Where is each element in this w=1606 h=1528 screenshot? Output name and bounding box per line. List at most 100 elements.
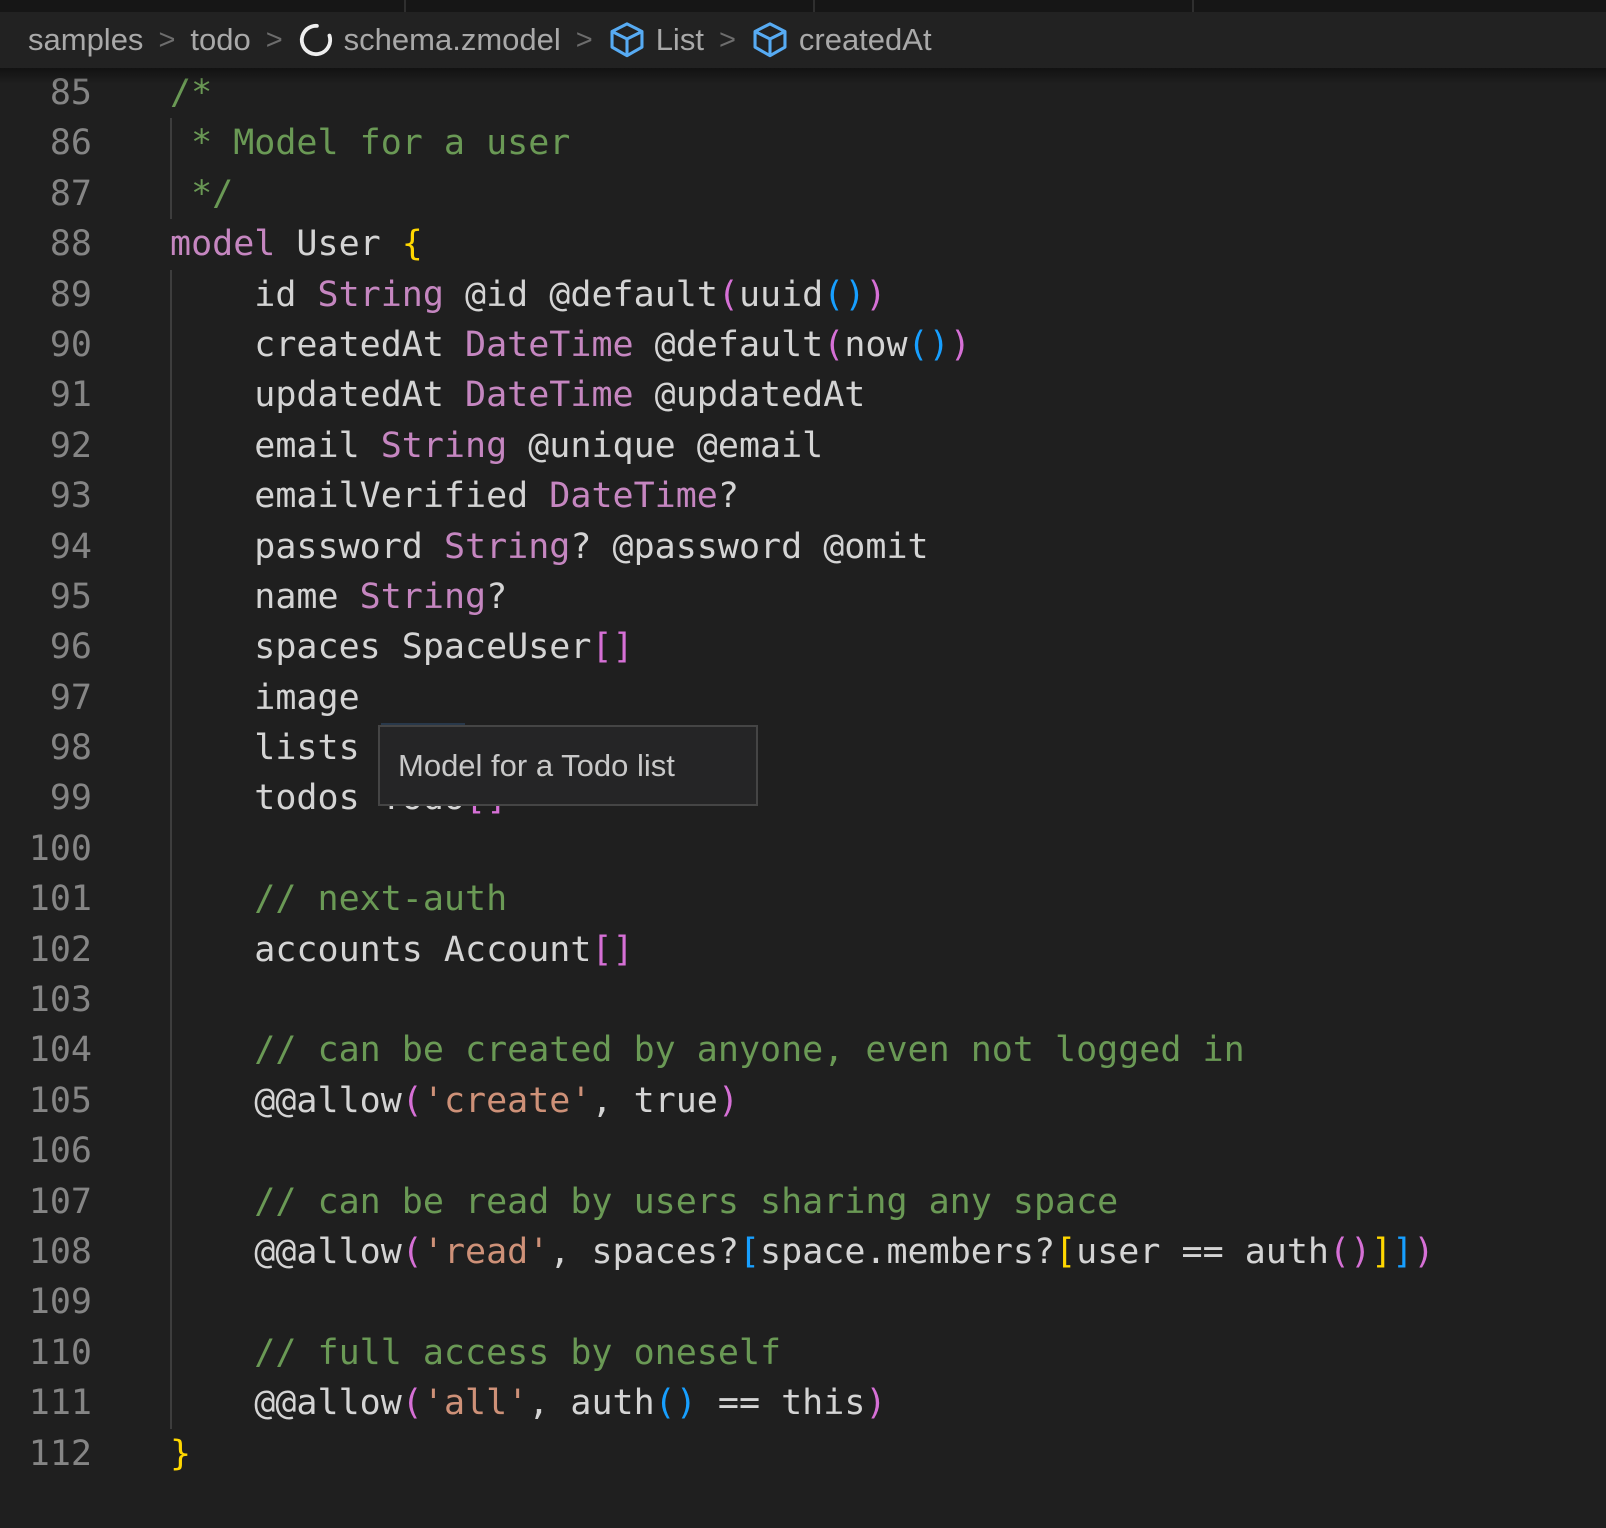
code-text: emailVerified DateTime? xyxy=(170,471,739,521)
line-number[interactable]: 88 xyxy=(0,219,92,269)
code-text: email String @unique @email xyxy=(170,421,823,471)
line-number[interactable]: 101 xyxy=(0,874,92,924)
line-number[interactable]: 89 xyxy=(0,270,92,320)
code-token: 'read' xyxy=(423,1232,549,1272)
line-number[interactable]: 98 xyxy=(0,723,92,773)
line-number[interactable]: 92 xyxy=(0,421,92,471)
code-line[interactable]: 91 updatedAt DateTime @updatedAt xyxy=(0,370,1606,420)
code-token: @@allow xyxy=(170,1232,402,1272)
line-number[interactable]: 90 xyxy=(0,320,92,370)
code-token: accounts Account xyxy=(170,930,591,970)
code-line[interactable]: 85 /* xyxy=(0,68,1606,118)
code-token: uuid xyxy=(739,275,823,315)
code-line[interactable]: 99 todos Todo[] xyxy=(0,773,1606,823)
code-token: , spaces? xyxy=(549,1232,739,1272)
code-line[interactable]: 108 @@allow('read', spaces?[space.member… xyxy=(0,1227,1606,1277)
breadcrumb-item-samples[interactable]: samples xyxy=(28,22,143,58)
code-line[interactable]: 89 id String @id @default(uuid()) xyxy=(0,270,1606,320)
code-line[interactable]: 94 password String? @password @omit xyxy=(0,522,1606,572)
line-number[interactable]: 94 xyxy=(0,522,92,572)
breadcrumb-label: createdAt xyxy=(799,22,932,58)
code-token: id xyxy=(170,275,318,315)
breadcrumb-item-schema-zmodel[interactable]: schema.zmodel xyxy=(298,22,561,58)
code-line[interactable]: 90 createdAt DateTime @default(now()) xyxy=(0,320,1606,370)
line-number[interactable]: 97 xyxy=(0,673,92,723)
code-text: // full access by oneself xyxy=(170,1328,781,1378)
code-line[interactable]: 110 // full access by oneself xyxy=(0,1328,1606,1378)
code-line[interactable]: 97 image xyxy=(0,673,1606,723)
code-line[interactable]: 93 emailVerified DateTime? xyxy=(0,471,1606,521)
breadcrumb-item-createdat[interactable]: createdAt xyxy=(751,21,932,59)
code-token: ] xyxy=(1392,1232,1413,1272)
code-text: accounts Account[] xyxy=(170,925,634,975)
code-text: model User { xyxy=(170,219,423,269)
line-number[interactable]: 103 xyxy=(0,975,92,1025)
line-number[interactable]: 86 xyxy=(0,118,92,168)
line-number[interactable]: 109 xyxy=(0,1277,92,1327)
code-token: [ xyxy=(1055,1232,1076,1272)
code-line[interactable]: 86 * Model for a user xyxy=(0,118,1606,168)
code-editor[interactable]: 85 /* 86 * Model for a user87 */88 model Us… xyxy=(0,68,1606,1528)
code-token: password xyxy=(170,527,444,567)
code-line[interactable]: 95 name String? xyxy=(0,572,1606,622)
line-number[interactable]: 95 xyxy=(0,572,92,622)
code-line[interactable]: 103 xyxy=(0,975,1606,1025)
code-text: createdAt DateTime @default(now()) xyxy=(170,320,971,370)
code-text: id String @id @default(uuid()) xyxy=(170,270,887,320)
code-line[interactable]: 112} xyxy=(0,1429,1606,1479)
code-token: @@allow xyxy=(170,1081,402,1121)
line-number[interactable]: 93 xyxy=(0,471,92,521)
line-number[interactable]: 91 xyxy=(0,370,92,420)
code-line[interactable]: 101 // next-auth xyxy=(0,874,1606,924)
code-token: model xyxy=(170,224,275,264)
code-line[interactable]: 107 // can be read by users sharing any … xyxy=(0,1177,1606,1227)
code-text: image xyxy=(170,673,360,723)
code-line[interactable]: 109 xyxy=(0,1277,1606,1327)
line-number[interactable]: 110 xyxy=(0,1328,92,1378)
breadcrumb-item-todo[interactable]: todo xyxy=(190,22,250,58)
line-number[interactable]: 107 xyxy=(0,1177,92,1227)
breadcrumb-item-list[interactable]: List xyxy=(608,21,704,59)
code-text: updatedAt DateTime @updatedAt xyxy=(170,370,865,420)
line-number[interactable]: 85 xyxy=(0,68,92,118)
code-line[interactable]: 102 accounts Account[] xyxy=(0,925,1606,975)
hover-tooltip: Model for a Todo list xyxy=(378,725,758,806)
code-line[interactable]: 92 email String @unique @email xyxy=(0,421,1606,471)
code-line[interactable]: 100 xyxy=(0,824,1606,874)
line-number[interactable]: 105 xyxy=(0,1076,92,1126)
code-token: String xyxy=(360,577,486,617)
line-number[interactable]: 100 xyxy=(0,824,92,874)
line-number[interactable]: 112 xyxy=(0,1429,92,1479)
code-line[interactable]: 88 model User { xyxy=(0,219,1606,269)
code-token: /* xyxy=(170,73,212,113)
code-line[interactable]: 104 // can be created by anyone, even no… xyxy=(0,1025,1606,1075)
line-number[interactable]: 99 xyxy=(0,773,92,823)
code-line[interactable]: 87 */ xyxy=(0,169,1606,219)
line-number[interactable]: 106 xyxy=(0,1126,92,1176)
line-number[interactable]: 87 xyxy=(0,169,92,219)
code-line[interactable]: 98 lists List[] xyxy=(0,723,1606,773)
breadcrumb-separator-icon: > xyxy=(719,24,736,57)
code-line[interactable]: 106 xyxy=(0,1126,1606,1176)
code-token: ( xyxy=(402,1232,423,1272)
code-token: [] xyxy=(591,627,633,667)
line-number[interactable]: 96 xyxy=(0,622,92,672)
loading-spinner-icon xyxy=(298,22,334,58)
code-token: createdAt xyxy=(170,325,465,365)
line-number[interactable]: 104 xyxy=(0,1025,92,1075)
code-token: DateTime xyxy=(465,375,634,415)
code-text: spaces SpaceUser[] xyxy=(170,622,634,672)
breadcrumb-separator-icon: > xyxy=(576,24,593,57)
code-token: () xyxy=(908,325,950,365)
code-line[interactable]: 105 @@allow('create', true) xyxy=(0,1076,1606,1126)
tab-separator xyxy=(404,0,406,12)
line-number[interactable]: 102 xyxy=(0,925,92,975)
code-line[interactable]: 111 @@allow('all', auth() == this) xyxy=(0,1378,1606,1428)
code-token: User xyxy=(275,224,401,264)
line-number[interactable]: 111 xyxy=(0,1378,92,1428)
line-number[interactable]: 108 xyxy=(0,1227,92,1277)
code-token: email xyxy=(170,426,381,466)
code-text: @@allow('all', auth() == this) xyxy=(170,1378,886,1428)
code-token: ) xyxy=(865,275,886,315)
code-line[interactable]: 96 spaces SpaceUser[] xyxy=(0,622,1606,672)
